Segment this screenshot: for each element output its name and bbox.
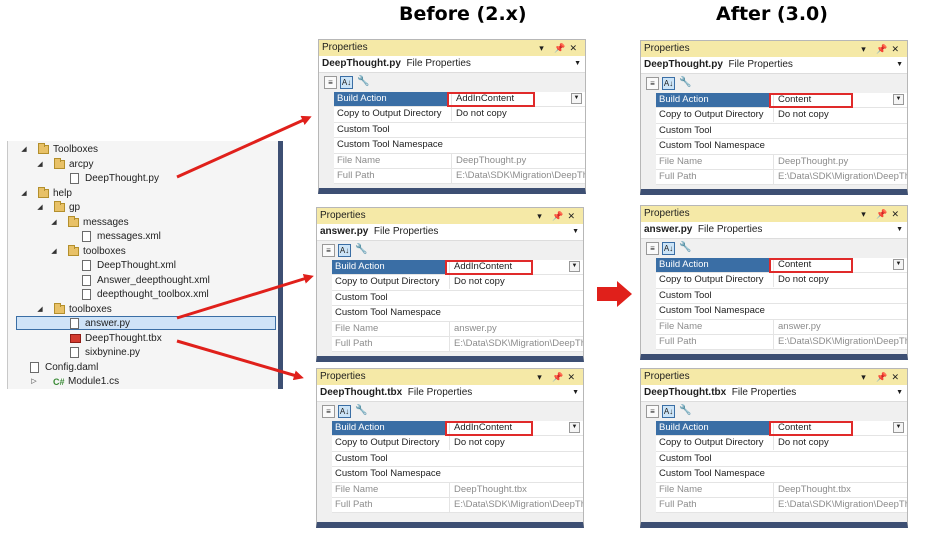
big-arrow-before-to-after	[597, 281, 632, 307]
arrow-deepthought-tbx	[176, 339, 304, 381]
arrow-deepthought-py	[176, 115, 312, 179]
arrow-answer-py	[176, 273, 314, 320]
arrows-overlay	[176, 115, 632, 381]
